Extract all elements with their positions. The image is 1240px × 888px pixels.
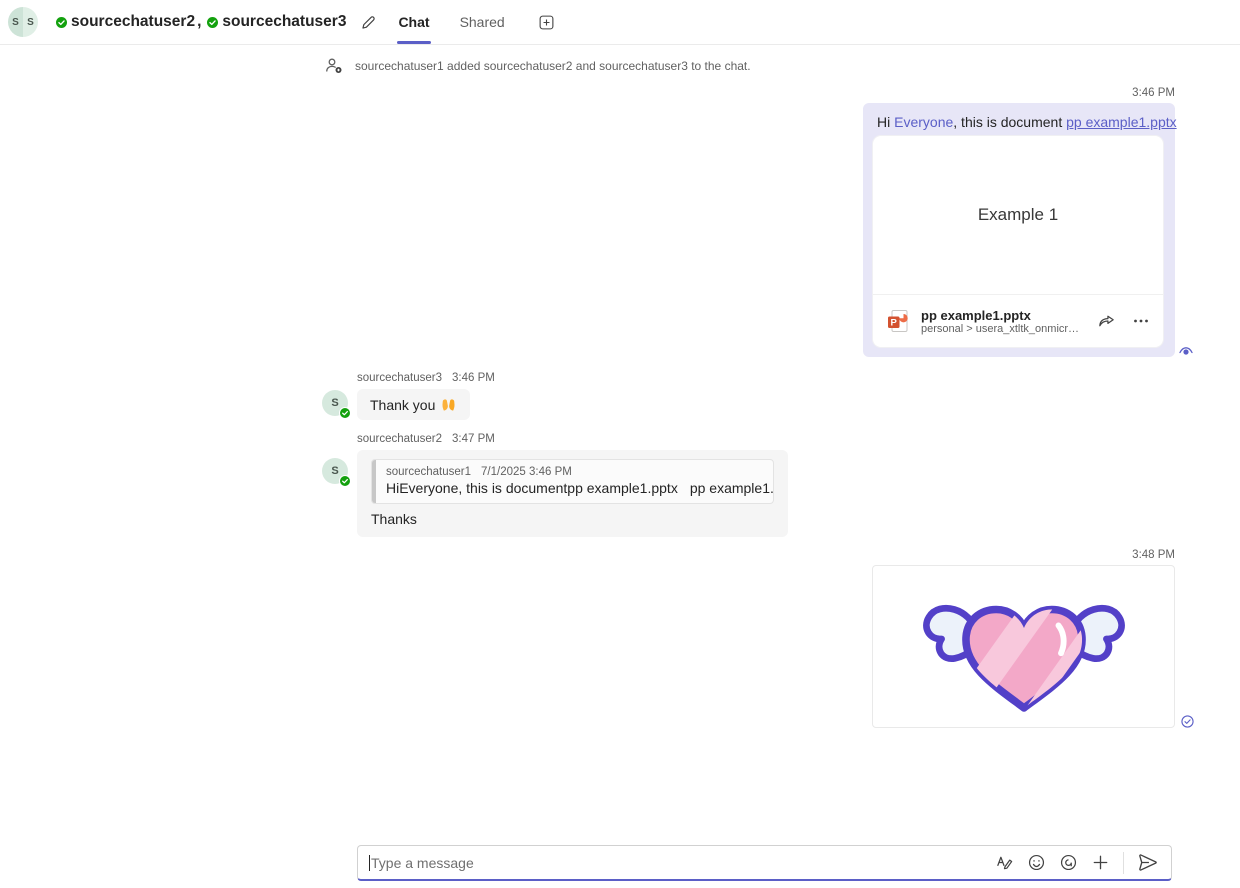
file-preview-card[interactable]: Example 1 P pp example1.pptx personal > … (873, 136, 1163, 347)
slide-preview: Example 1 (873, 136, 1163, 295)
more-options-icon[interactable] (1129, 309, 1153, 333)
message-composer (357, 845, 1172, 881)
attach-plus-icon[interactable] (1088, 850, 1113, 875)
heart-with-wings-sticker (893, 575, 1155, 718)
slide-title: Example 1 (978, 205, 1058, 225)
avatar-initial-left: S (8, 7, 23, 37)
file-meta: pp example1.pptx personal > usera_xtltk_… (921, 308, 1084, 335)
chat-title[interactable]: sourcechatuser2 , sourcechatuser3 (56, 13, 346, 31)
presence-available-icon (207, 17, 218, 28)
system-event: sourcechatuser1 added sourcechatuser2 an… (325, 57, 751, 75)
message-text: Thanks (371, 511, 774, 527)
emoji-icon[interactable] (1024, 850, 1049, 875)
share-icon[interactable] (1094, 309, 1119, 334)
file-attachment-footer: P pp example1.pptx personal > usera_xtlt… (873, 295, 1163, 347)
file-link[interactable]: pp example1.pptx (1066, 114, 1177, 130)
presence-available-icon (339, 475, 351, 487)
chat-header: S S sourcechatuser2 , sourcechatuser3 Ch… (0, 0, 1240, 45)
quoted-text: HiEveryone, this is documentpp example1.… (386, 480, 678, 496)
quoted-message[interactable]: sourcechatuser1 7/1/2025 3:46 PM HiEvery… (371, 459, 774, 504)
tab-chat[interactable]: Chat (397, 0, 430, 44)
participant-name: sourcechatuser3 (222, 13, 346, 31)
message-timestamp: 3:46 PM (1132, 87, 1175, 99)
quoted-attachment-name[interactable]: pp example1.pptx (690, 480, 774, 496)
person-added-icon (325, 57, 343, 75)
mention-everyone[interactable]: Everyone (894, 114, 953, 130)
presence-available-icon (56, 17, 67, 28)
chat-tabs: Chat Shared (397, 0, 558, 44)
participant-name: sourcechatuser2 (71, 13, 195, 31)
format-icon[interactable] (992, 850, 1017, 875)
message-time: 3:46 PM (452, 372, 495, 384)
send-icon[interactable] (1134, 849, 1161, 876)
presence-available-icon (339, 407, 351, 419)
avatar[interactable]: S (322, 458, 348, 484)
quote-body: sourcechatuser1 7/1/2025 3:46 PM HiEvery… (376, 460, 773, 503)
message-input[interactable] (371, 855, 992, 871)
file-location: personal > usera_xtltk_onmicrosoft... (921, 323, 1084, 335)
quoted-author: sourcechatuser1 (386, 466, 471, 478)
message-header: sourcechatuser2 3:47 PM (357, 433, 495, 445)
quoted-time: 7/1/2025 3:46 PM (481, 466, 572, 478)
system-event-text: sourcechatuser1 added sourcechatuser2 an… (355, 59, 751, 73)
teams-chat-window: S S sourcechatuser2 , sourcechatuser3 Ch… (0, 0, 1240, 888)
message-header: sourcechatuser3 3:46 PM (357, 372, 495, 384)
add-tab-icon[interactable] (534, 10, 559, 35)
avatar-initial-right: S (23, 7, 38, 37)
tab-shared[interactable]: Shared (459, 0, 506, 44)
powerpoint-icon: P (885, 308, 911, 334)
message-timestamp: 3:48 PM (1132, 549, 1175, 561)
delivered-receipt-icon (1181, 715, 1194, 728)
sent-message-bubble: Hi Everyone, this is document pp example… (863, 103, 1175, 357)
avatar[interactable]: S (322, 390, 348, 416)
participant-separator: , (197, 13, 201, 31)
message-author: sourcechatuser3 (357, 372, 442, 384)
text-cursor (369, 855, 370, 871)
seen-receipt-icon (1179, 344, 1193, 358)
svg-text:P: P (891, 318, 898, 329)
loop-icon[interactable] (1056, 850, 1081, 875)
sticker-message[interactable] (872, 565, 1175, 728)
message-text: Thank you (370, 397, 435, 413)
chat-avatar[interactable]: S S (8, 7, 38, 37)
message-time: 3:47 PM (452, 433, 495, 445)
composer-toolbar (992, 849, 1161, 876)
message-author: sourcechatuser2 (357, 433, 442, 445)
file-name[interactable]: pp example1.pptx (921, 308, 1084, 323)
edit-chat-name-icon[interactable] (356, 10, 381, 35)
received-message-bubble: sourcechatuser1 7/1/2025 3:46 PM HiEvery… (357, 450, 788, 537)
toolbar-divider (1123, 852, 1124, 874)
received-message-bubble: Thank you (357, 389, 470, 420)
raising-hands-emoji (440, 397, 457, 413)
message-text: Hi Everyone, this is document pp example… (863, 103, 1175, 139)
